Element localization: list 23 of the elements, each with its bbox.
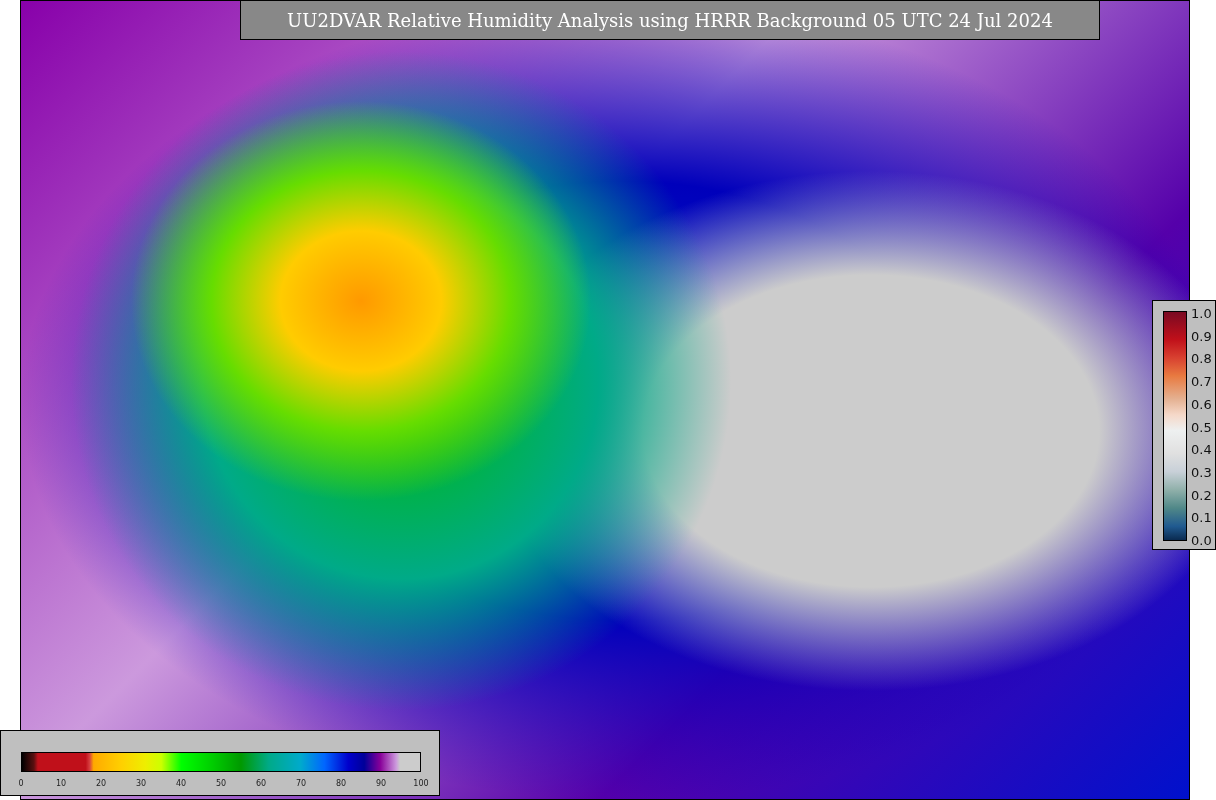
colorbar-tick-label: 0.4 — [1191, 441, 1212, 457]
colorbar-tick-label: 20 — [95, 779, 107, 788]
colorbar-tick-label: 40 — [175, 779, 187, 788]
colorbar-tick-label: 0.5 — [1191, 419, 1212, 434]
colorbar-tick-label: 70 — [295, 779, 307, 788]
colorbar-tick-label: 0.6 — [1191, 396, 1212, 412]
colorbar-tick-label: 0.9 — [1191, 328, 1212, 344]
map-title: UU2DVAR Relative Humidity Analysis using HRRR Background 05 UTC 24 Jul 2024 — [240, 0, 1100, 40]
colorbar-tick-label: 60 — [255, 779, 267, 788]
colorbar-tick-label: 80 — [335, 779, 347, 788]
colorbar-tick-label: 0 — [18, 779, 24, 788]
colorbar-tick-label: 0.8 — [1191, 350, 1212, 366]
colorbar-tick-label: 0.7 — [1191, 373, 1212, 389]
colorbar-tick-label: 90 — [375, 779, 387, 788]
colorbar-tick-label: 0.0 — [1191, 532, 1212, 548]
colorbar-tick-label: 1.0 — [1191, 305, 1212, 321]
colorbar-tick-label: 100 — [413, 779, 429, 788]
colorbar-tick-label: 0.2 — [1191, 487, 1212, 503]
colorbar-tick-label: 0.1 — [1191, 509, 1212, 525]
colorbar-tick-label: 50 — [215, 779, 227, 788]
colorbar-tick-label: 10 — [55, 779, 67, 788]
colorbar-tick-label: 0.3 — [1191, 464, 1212, 480]
colorbar-tick-label: 30 — [135, 779, 147, 788]
